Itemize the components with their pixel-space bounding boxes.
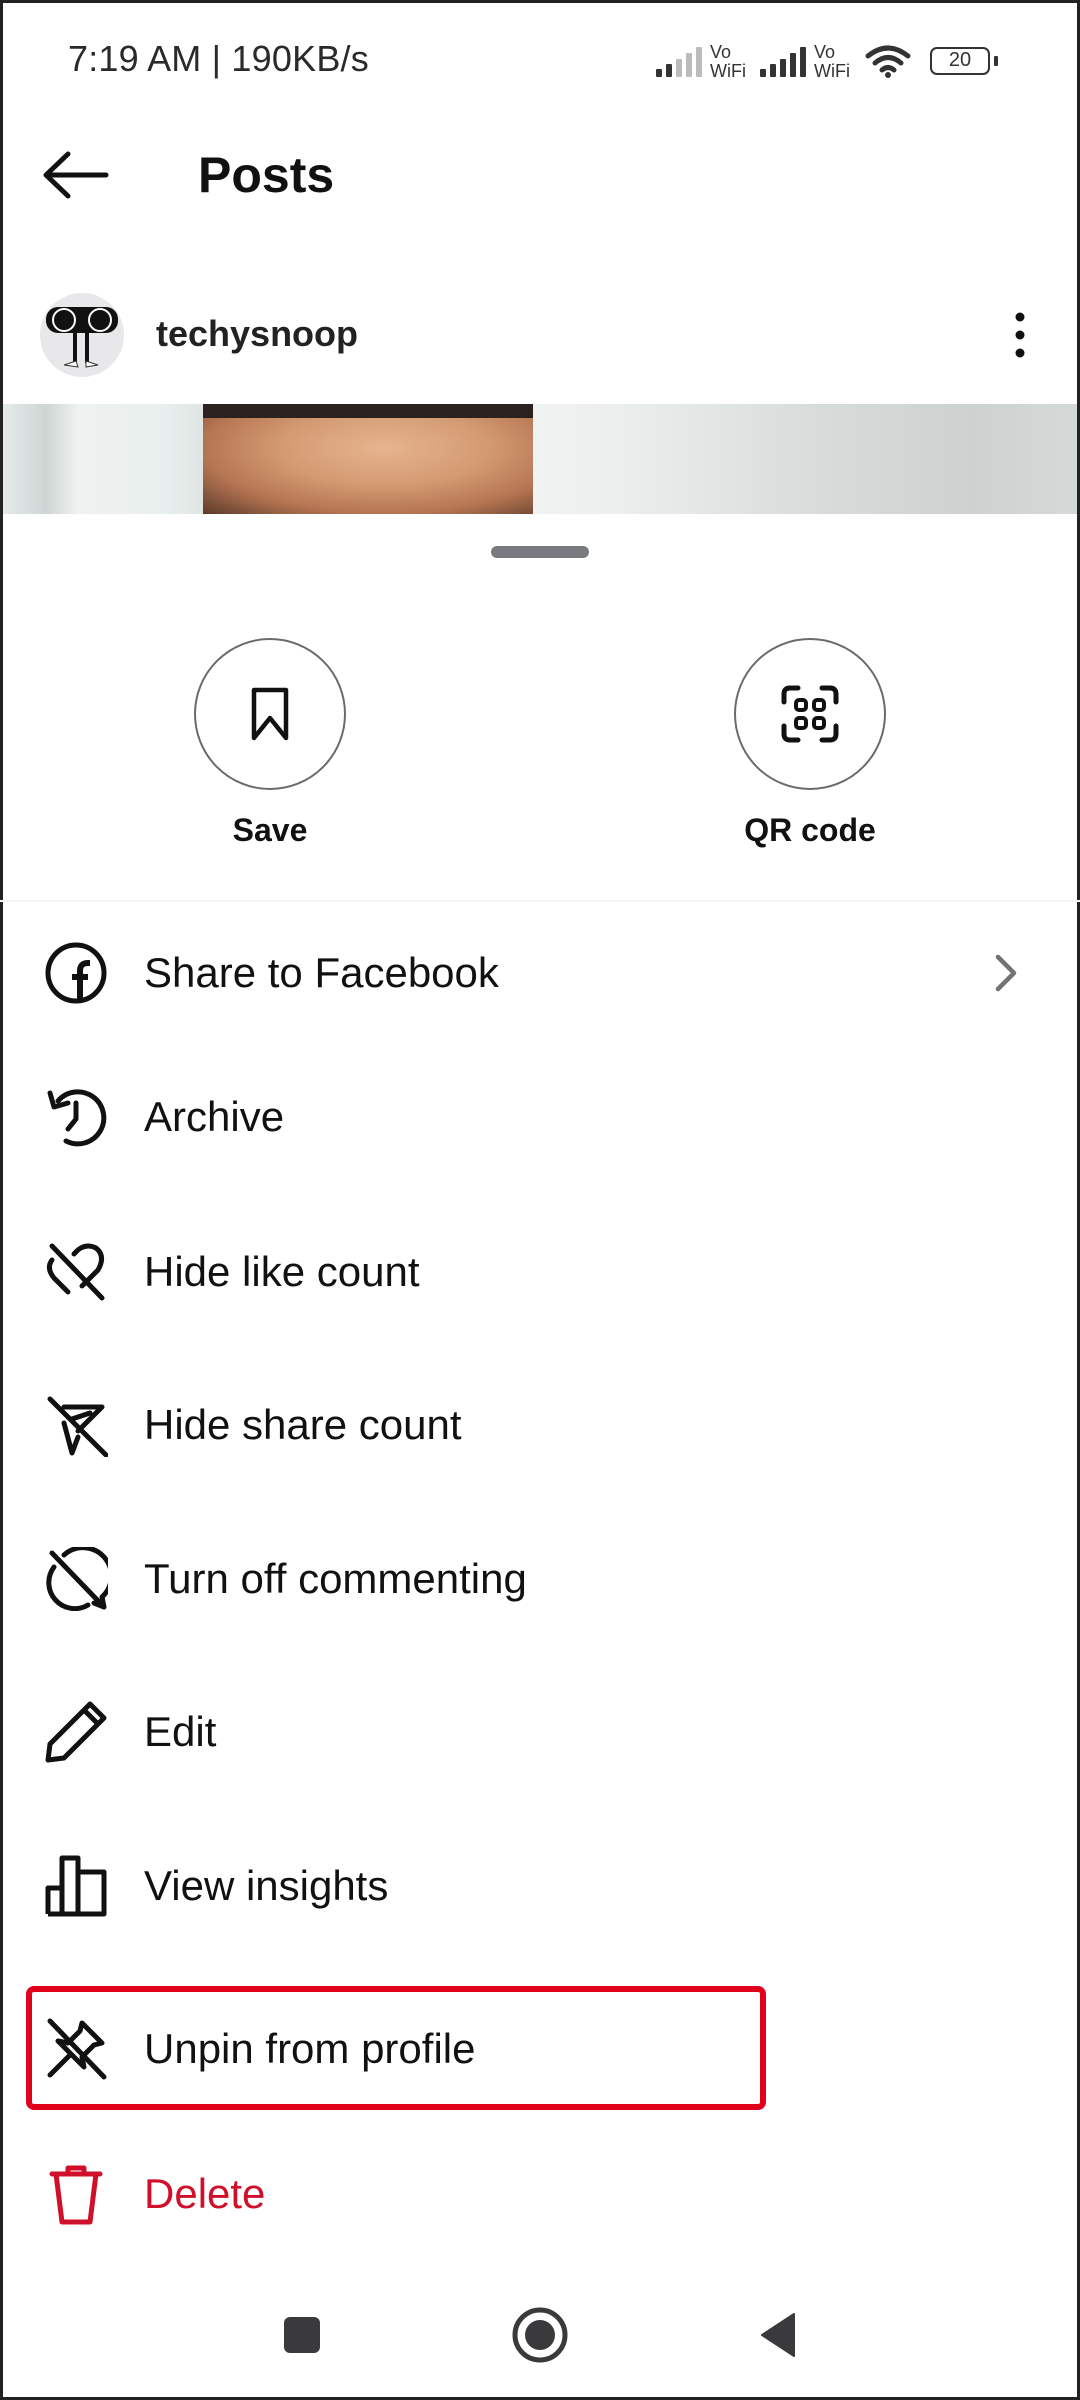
menu-item-share-to-facebook[interactable]: Share to Facebook xyxy=(0,913,1080,1033)
menu-label: Archive xyxy=(144,1093,285,1140)
unpin-icon xyxy=(47,2018,107,2080)
app-header: Posts xyxy=(0,120,1080,230)
avatar-image xyxy=(46,307,118,368)
trash-icon xyxy=(49,2165,103,2225)
signal-weak-icon xyxy=(656,47,703,77)
qr-code-button[interactable]: QR code xyxy=(734,638,886,849)
menu-item-view-insights[interactable]: View insights xyxy=(0,1826,1080,1946)
menu-label: Turn off commenting xyxy=(144,1555,527,1602)
menu-label: Hide like count xyxy=(144,1248,420,1295)
save-button[interactable]: Save xyxy=(194,638,346,849)
comment-off-icon xyxy=(46,1547,108,1611)
vowifi-icon: Vo WiFi xyxy=(814,42,850,81)
bar-chart-icon xyxy=(45,1855,107,1917)
back-triangle-icon xyxy=(761,2313,795,2357)
heart-off-icon xyxy=(46,1243,105,1301)
divider xyxy=(0,900,1080,902)
post-image xyxy=(3,404,1077,514)
status-bar: 7:19 AM | 190KB/s Vo WiFi Vo WiFi 20 xyxy=(0,0,1080,120)
save-circle xyxy=(194,638,346,790)
menu-label: View insights xyxy=(144,1862,389,1909)
signal-full-icon xyxy=(760,47,807,77)
qr-scan-icon xyxy=(781,685,839,743)
menu-item-delete[interactable]: Delete xyxy=(0,2134,1080,2254)
status-time: 7:19 AM | 190KB/s xyxy=(68,38,369,79)
menu-item-unpin-from-profile[interactable]: Unpin from profile xyxy=(0,1989,1080,2109)
more-vertical-icon xyxy=(1015,312,1025,358)
avatar[interactable] xyxy=(40,293,124,377)
pencil-icon xyxy=(45,1701,107,1763)
username[interactable]: techysnoop xyxy=(156,313,358,355)
home-circle-icon xyxy=(512,2307,568,2363)
menu-label: Unpin from profile xyxy=(144,2025,476,2072)
status-icons: Vo WiFi Vo WiFi 20 xyxy=(656,40,998,84)
menu-label: Share to Facebook xyxy=(144,949,499,996)
save-label: Save xyxy=(232,812,308,848)
send-off-icon xyxy=(47,1396,108,1457)
qr-code-circle xyxy=(734,638,886,790)
menu-item-edit[interactable]: Edit xyxy=(0,1672,1080,1792)
menu-item-hide-like-count[interactable]: Hide like count xyxy=(0,1212,1080,1332)
home-button[interactable] xyxy=(500,2300,580,2370)
post-photo-face xyxy=(203,404,533,514)
battery-icon: 20 xyxy=(930,47,998,77)
chevron-right-icon xyxy=(995,954,1017,992)
facebook-icon xyxy=(45,942,107,1004)
vowifi-icon: Vo WiFi xyxy=(710,42,747,81)
bookmark-icon xyxy=(251,687,289,741)
wifi-icon xyxy=(864,44,912,80)
post-author-row: techysnoop xyxy=(0,285,1080,385)
page-title: Posts xyxy=(198,147,335,203)
recents-button[interactable] xyxy=(262,2300,342,2370)
back-button[interactable] xyxy=(40,150,112,200)
system-nav-bar xyxy=(0,2260,1080,2400)
menu-label: Edit xyxy=(144,1708,217,1755)
menu-item-turn-off-commenting[interactable]: Turn off commenting xyxy=(0,1519,1080,1639)
sheet-drag-handle[interactable] xyxy=(491,546,589,558)
menu-item-hide-share-count[interactable]: Hide share count xyxy=(0,1365,1080,1485)
recents-square-icon xyxy=(284,2317,320,2353)
back-nav-button[interactable] xyxy=(738,2300,818,2370)
menu-label: Delete xyxy=(144,2170,266,2217)
archive-history-icon xyxy=(47,1089,107,1147)
qr-code-label: QR code xyxy=(744,812,876,848)
menu-item-archive[interactable]: Archive xyxy=(0,1057,1080,1177)
arrow-left-icon xyxy=(43,151,109,199)
menu-label: Hide share count xyxy=(144,1401,462,1448)
more-options-button[interactable] xyxy=(1000,303,1040,367)
